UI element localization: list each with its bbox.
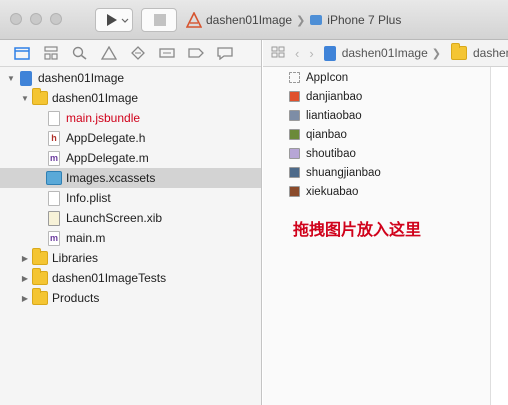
symbol-navigator-icon[interactable] (43, 45, 59, 61)
tree-item-label: dashen01Image (38, 71, 125, 85)
tree-item-group[interactable]: ▶ dashen01ImageTests (0, 268, 261, 288)
stop-button[interactable] (141, 8, 177, 32)
zoom-window-button[interactable] (50, 13, 62, 25)
image-set-icon (289, 167, 300, 178)
device-icon (310, 15, 323, 25)
breadcrumb-label: dashen01Image (341, 46, 428, 60)
tree-item-file-selected[interactable]: Images.xcassets (0, 168, 261, 188)
tree-item-group[interactable]: ▶ Products (0, 288, 261, 308)
breadcrumb-project[interactable]: dashen01Image ❯ (323, 45, 441, 61)
disclosure-closed-icon[interactable]: ▶ (20, 274, 30, 283)
asset-name: AppIcon (306, 71, 349, 84)
breakpoint-navigator-icon[interactable] (188, 45, 204, 61)
disclosure-open-icon[interactable]: ▼ (20, 94, 30, 103)
header-file-icon: h (48, 130, 60, 146)
scheme-selector[interactable]: dashen01Image ❯ iPhone 7 Plus (186, 10, 401, 30)
chevron-right-icon: ❯ (296, 14, 306, 27)
scheme-name: dashen01Image (206, 13, 293, 27)
tree-item-file[interactable]: LaunchScreen.xib (0, 208, 261, 228)
folder-icon (32, 248, 48, 265)
tree-item-label: Images.xcassets (66, 171, 156, 185)
project-navigator: ▼ dashen01Image ▼ dashen01Image main.jsb… (0, 40, 262, 405)
image-set-icon (289, 186, 300, 197)
asset-name: liantiaobao (306, 109, 362, 122)
image-set-icon (289, 129, 300, 140)
tree-item-label: Products (52, 291, 100, 305)
source-file-icon: m (48, 150, 60, 166)
asset-name: danjianbao (306, 90, 363, 103)
device-name: iPhone 7 Plus (327, 13, 402, 27)
test-navigator-icon[interactable] (130, 45, 146, 61)
tree-item-label: Libraries (52, 251, 99, 265)
disclosure-closed-icon[interactable]: ▶ (20, 254, 30, 263)
chevron-right-icon: ❯ (431, 47, 441, 60)
breadcrumb-label: dashen (472, 46, 508, 60)
project-file-icon (323, 45, 336, 61)
image-set-icon (289, 148, 300, 159)
source-file-icon: m (48, 230, 60, 246)
project-file-icon (20, 70, 32, 86)
image-set-icon (289, 91, 300, 102)
folder-icon (32, 88, 48, 105)
tree-item-label: dashen01ImageTests (52, 271, 167, 285)
asset-item[interactable]: shoutibao (289, 144, 356, 163)
asset-name: shuangjianbao (306, 166, 381, 179)
disclosure-open-icon[interactable]: ▼ (6, 74, 16, 83)
tree-item-file[interactable]: Info.plist (0, 188, 261, 208)
tree-item-group[interactable]: ▶ Libraries (0, 248, 261, 268)
folder-icon (32, 268, 48, 285)
issue-navigator-icon[interactable] (101, 45, 117, 61)
asset-item[interactable]: AppIcon (289, 68, 348, 87)
app-icon-set-icon (289, 72, 300, 83)
asset-name: xiekuabao (306, 185, 359, 198)
tree-item-group[interactable]: ▼ dashen01Image (0, 88, 261, 108)
stop-icon (154, 14, 166, 26)
asset-item[interactable]: liantiaobao (289, 106, 362, 125)
minimize-window-button[interactable] (30, 13, 42, 25)
navigator-tabs (0, 40, 261, 67)
tree-item-file[interactable]: h AppDelegate.h (0, 128, 261, 148)
asset-catalog-icon (46, 171, 62, 185)
image-set-icon (289, 110, 300, 121)
tree-item-label: AppDelegate.h (66, 131, 146, 145)
asset-name: qianbao (306, 128, 347, 141)
asset-item[interactable]: shuangjianbao (289, 163, 381, 182)
xcode-project-icon (186, 12, 202, 28)
drop-hint-annotation: 拖拽图片放入这里 (293, 222, 422, 239)
asset-item[interactable]: xiekuabao (289, 182, 358, 201)
tree-item-file[interactable]: m main.m (0, 228, 261, 248)
forward-arrow-icon[interactable]: › (309, 46, 313, 61)
tree-item-label: main.jsbundle (66, 111, 141, 125)
asset-name: shoutibao (306, 147, 356, 160)
related-items-icon[interactable] (271, 46, 285, 61)
play-icon (107, 14, 129, 26)
folder-icon (32, 288, 48, 305)
tree-item-label: Info.plist (66, 191, 111, 205)
jump-bar: ‹ › dashen01Image ❯ dashen (263, 40, 508, 67)
window-toolbar: dashen01Image ❯ iPhone 7 Plus (0, 0, 508, 40)
tree-item-label: AppDelegate.m (66, 151, 149, 165)
back-arrow-icon[interactable]: ‹ (295, 46, 299, 61)
folder-icon (450, 43, 467, 60)
disclosure-closed-icon[interactable]: ▶ (20, 294, 30, 303)
run-button[interactable] (95, 8, 133, 32)
tree-item-label: main.m (66, 231, 106, 245)
tree-item-label: dashen01Image (52, 91, 139, 105)
breadcrumb-group[interactable]: dashen (450, 43, 508, 60)
close-window-button[interactable] (10, 13, 22, 25)
tree-item-project[interactable]: ▼ dashen01Image (0, 68, 261, 88)
debug-navigator-icon[interactable] (159, 45, 175, 61)
plist-file-icon (48, 190, 60, 206)
file-icon (48, 110, 60, 126)
tree-item-label: LaunchScreen.xib (66, 211, 163, 225)
report-navigator-icon[interactable] (217, 45, 233, 61)
xib-file-icon (48, 210, 60, 226)
tree-item-file[interactable]: main.jsbundle (0, 108, 261, 128)
tree-item-file[interactable]: m AppDelegate.m (0, 148, 261, 168)
find-navigator-icon[interactable] (72, 45, 88, 61)
asset-item[interactable]: danjianbao (289, 87, 362, 106)
asset-item[interactable]: qianbao (289, 125, 347, 144)
project-navigator-icon[interactable] (14, 45, 30, 61)
